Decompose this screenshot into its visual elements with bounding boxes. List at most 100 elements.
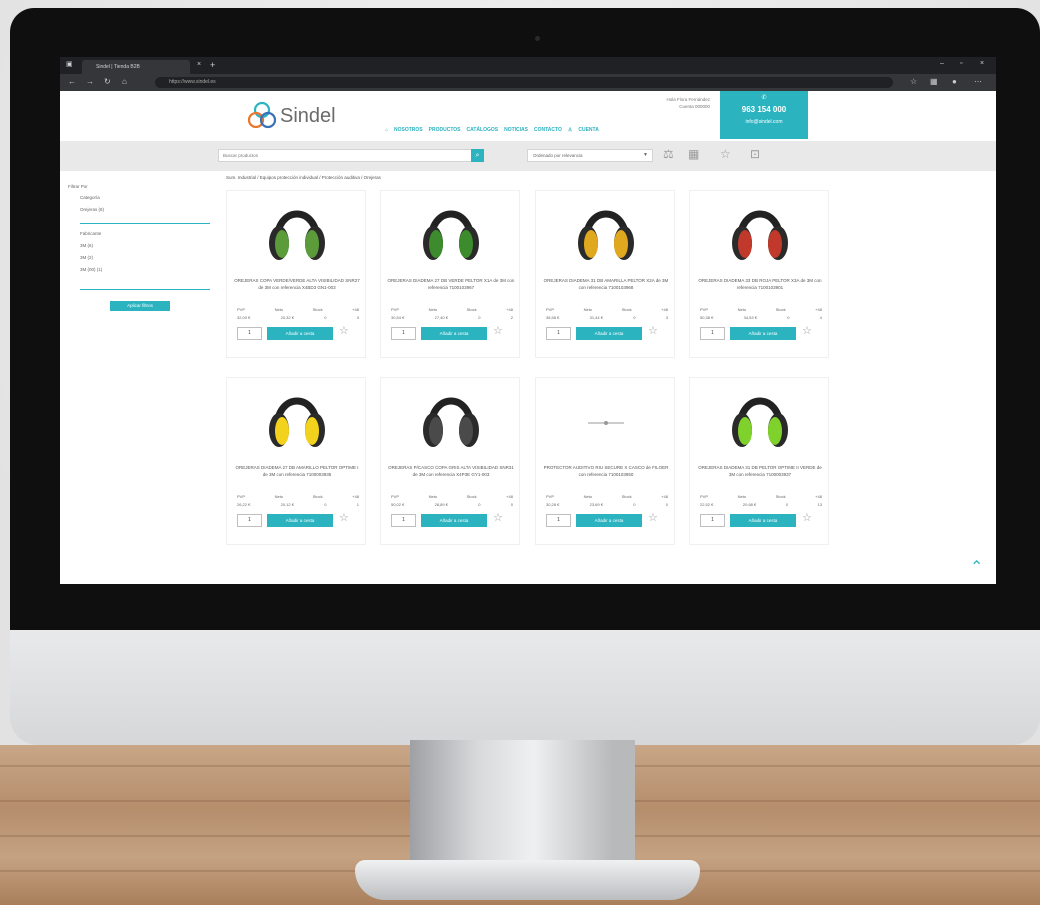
quantity-input[interactable]: 1	[237, 514, 262, 527]
nav-contacto[interactable]: CONTACTO	[534, 127, 562, 137]
favorite-star-icon[interactable]: ☆	[802, 325, 812, 338]
quantity-input[interactable]: 1	[391, 327, 416, 340]
product-card[interactable]: OREJERAS DIADEMA 31 DB PELTOR OPTIME II …	[689, 377, 829, 545]
product-title[interactable]: OREJERAS DIADEMA 31 DB PELTOR OPTIME II …	[696, 465, 824, 485]
reload-icon[interactable]: ↻	[104, 77, 111, 86]
close-tab-icon[interactable]: ×	[197, 61, 201, 68]
compare-icon[interactable]: ⚖	[663, 148, 674, 161]
product-card[interactable]: OREJERAS COPA VERDE/VERDE ALTA VISIBILID…	[226, 190, 366, 358]
home-icon[interactable]: ⌂	[122, 77, 127, 86]
quantity-input[interactable]: 1	[546, 514, 571, 527]
price-values: 30,28 € 23,69 € 0 0	[546, 502, 668, 507]
price-header-label: Stock	[312, 494, 323, 499]
logo-text[interactable]: Sindel	[280, 105, 336, 128]
product-card[interactable]: OREJERAS DIADEMA 31 DB AMARILLA PELTOR X…	[535, 190, 675, 358]
product-image[interactable]	[381, 191, 521, 276]
quantity-input[interactable]: 1	[700, 327, 725, 340]
product-image[interactable]	[381, 378, 521, 463]
product-title[interactable]: OREJERAS DIADEMA 33 DB ROJA PELTOR X3A d…	[696, 278, 824, 298]
logo-rings-icon[interactable]	[246, 101, 278, 131]
product-title[interactable]: OREJERAS COPA VERDE/VERDE ALTA VISIBILID…	[233, 278, 361, 298]
price-header-label: Stock	[775, 307, 786, 312]
favorites-icon[interactable]: ☆	[720, 148, 731, 161]
price-header-label: +48	[661, 494, 668, 499]
brand-option[interactable]: 3M (00) (1)	[80, 267, 102, 272]
new-tab-icon[interactable]: +	[210, 60, 215, 70]
favorite-star-icon[interactable]: ☆	[648, 512, 658, 525]
breadcrumb[interactable]: Sum. Industrial / Equipos protección ind…	[226, 175, 381, 180]
bookmark-icon[interactable]: ☆	[910, 77, 917, 86]
extensions-icon[interactable]: ▦	[930, 77, 938, 86]
add-to-cart-button[interactable]: Añadir a cesta	[576, 514, 642, 527]
nav-nosotros[interactable]: NOSOTROS	[394, 127, 423, 137]
product-card[interactable]: OREJERAS P/CASCO COPA GRIS ALTA VISIBILI…	[380, 377, 520, 545]
user-icon[interactable]: ♙	[568, 127, 572, 137]
browser-tab[interactable]: Sindel | Tienda B2B	[82, 60, 190, 74]
maximize-icon[interactable]: ▫	[960, 60, 962, 67]
favorite-star-icon[interactable]: ☆	[802, 512, 812, 525]
add-to-cart-button[interactable]: Añadir a cesta	[421, 514, 487, 527]
product-title[interactable]: OREJERAS DIADEMA 27 DB VERDE PELTOR X1A …	[387, 278, 515, 298]
category-heading: Categoría	[80, 195, 100, 200]
product-card[interactable]: OREJERAS DIADEMA 33 DB ROJA PELTOR X3A d…	[689, 190, 829, 358]
product-card[interactable]: OREJERAS DIADEMA 27 DB VERDE PELTOR X1A …	[380, 190, 520, 358]
product-title[interactable]: OREJERAS P/CASCO COPA GRIS ALTA VISIBILI…	[387, 465, 515, 485]
add-to-cart-button[interactable]: Añadir a cesta	[267, 514, 333, 527]
favorite-star-icon[interactable]: ☆	[339, 512, 349, 525]
category-option[interactable]: Orejeras (8)	[80, 207, 104, 212]
product-title[interactable]: OREJERAS DIADEMA 27 DB AMARILLO PELTOR O…	[233, 465, 361, 485]
quantity-input[interactable]: 1	[391, 514, 416, 527]
minimize-icon[interactable]: –	[940, 60, 944, 67]
product-title[interactable]: PROTECTOR AUDITIVO RIU SECURE X CASCO de…	[542, 465, 670, 485]
add-to-cart-button[interactable]: Añadir a cesta	[267, 327, 333, 340]
quantity-input[interactable]: 1	[237, 327, 262, 340]
cart-icon[interactable]: ⊡	[750, 148, 760, 161]
favorite-star-icon[interactable]: ☆	[493, 325, 503, 338]
nav-cuenta[interactable]: CUENTA	[578, 127, 598, 137]
grid-view-icon[interactable]: ▦	[688, 148, 699, 161]
product-toolbar: ⌕ Ordenado por relevancia ▼ ⚖ ▦ ☆ ⊡	[60, 141, 996, 171]
nav-catalogos[interactable]: CATÁLOGOS	[467, 127, 499, 137]
price-neto: 20,32 €	[280, 315, 294, 320]
browser-menu-icon[interactable]: ⋯	[974, 77, 982, 86]
forward-icon[interactable]: →	[86, 77, 94, 86]
product-image[interactable]	[690, 378, 830, 463]
product-title[interactable]: OREJERAS DIADEMA 31 DB AMARILLA PELTOR X…	[542, 278, 670, 298]
product-image[interactable]	[227, 378, 367, 463]
add-to-cart-button[interactable]: Añadir a cesta	[576, 327, 642, 340]
add-to-cart-button[interactable]: Añadir a cesta	[730, 327, 796, 340]
window-menu-icon[interactable]: ▣	[66, 60, 73, 68]
nav-noticias[interactable]: NOTICIAS	[504, 127, 528, 137]
brand-option[interactable]: 3M (6)	[80, 243, 93, 248]
product-image[interactable]	[536, 191, 676, 276]
favorite-star-icon[interactable]: ☆	[493, 512, 503, 525]
search-button[interactable]: ⌕	[471, 149, 484, 162]
search-input[interactable]	[218, 149, 472, 162]
product-card[interactable]: OREJERAS DIADEMA 27 DB AMARILLO PELTOR O…	[226, 377, 366, 545]
price-values: 38,58 € 31,44 € 0 3	[546, 315, 668, 320]
product-card[interactable]: PROTECTOR AUDITIVO RIU SECURE X CASCO de…	[535, 377, 675, 545]
price-header-label: PVP	[391, 307, 400, 312]
price-header-label: +48	[506, 494, 513, 499]
product-image[interactable]	[227, 191, 367, 276]
close-window-icon[interactable]: ×	[980, 60, 984, 67]
address-bar[interactable]: https://www.sindel.es	[155, 77, 893, 88]
price-plus48: 1	[356, 502, 359, 507]
profile-icon[interactable]: ●	[952, 77, 957, 86]
quantity-input[interactable]: 1	[546, 327, 571, 340]
favorite-star-icon[interactable]: ☆	[339, 325, 349, 338]
product-image[interactable]	[536, 378, 676, 463]
sort-select[interactable]: Ordenado por relevancia ▼	[527, 149, 653, 162]
add-to-cart-button[interactable]: Añadir a cesta	[421, 327, 487, 340]
favorite-star-icon[interactable]: ☆	[648, 325, 658, 338]
add-to-cart-button[interactable]: Añadir a cesta	[730, 514, 796, 527]
contact-box[interactable]: ✆ 963 154 000 info@sindel.com	[720, 91, 808, 139]
product-image[interactable]	[690, 191, 830, 276]
quantity-input[interactable]: 1	[700, 514, 725, 527]
back-icon[interactable]: ←	[68, 77, 76, 86]
apply-filters-button[interactable]: Aplicar filtros	[110, 301, 170, 311]
brand-option[interactable]: 3M (2)	[80, 255, 93, 260]
nav-productos[interactable]: PRODUCTOS	[429, 127, 461, 137]
home-nav-icon[interactable]: ⌂	[385, 127, 388, 137]
scroll-to-top-icon[interactable]: ⌃	[970, 557, 983, 577]
